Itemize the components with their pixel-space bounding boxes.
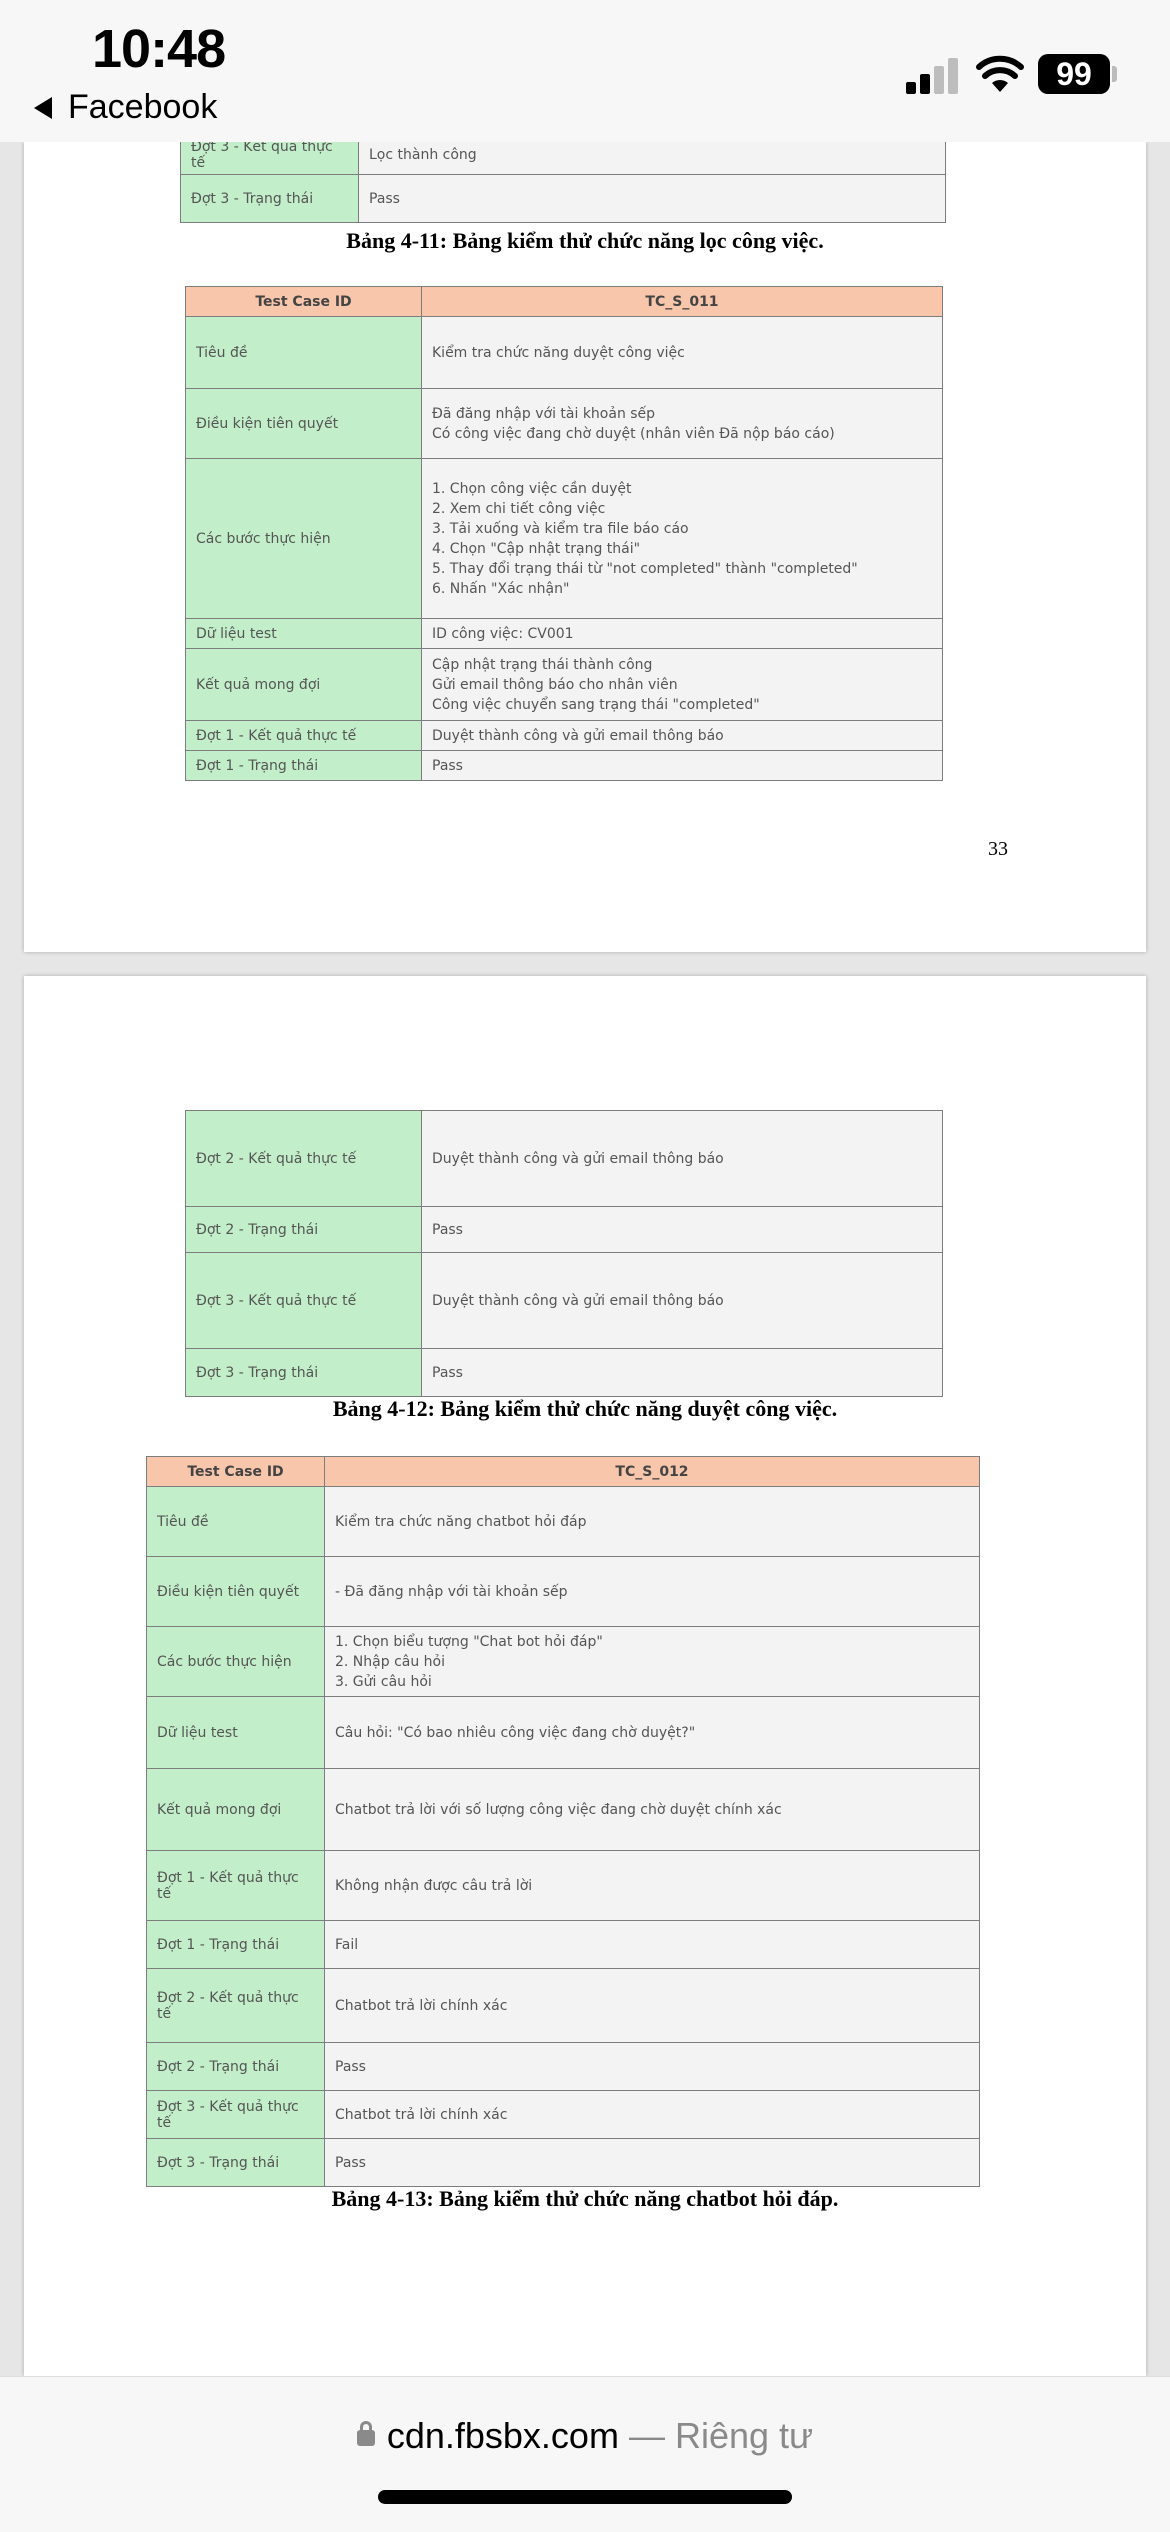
table-row: Các bước thực hiện 1. Chọn biểu tượng "Ch…	[146, 1626, 980, 1697]
row-label: Đợt 2 - Trạng thái	[146, 2042, 325, 2091]
table-row: Đợt 1 - Kết quả thực tế Duyệt thành công …	[185, 720, 943, 751]
table-row: Kết quả mong đợi Chatbot trả lời với số l…	[146, 1768, 980, 1851]
filter-test-table-tail: Đợt 3 - Kết quả thực tế Lọc thành công Đợt…	[180, 134, 946, 223]
table-caption-4-13: Bảng 4-13: Bảng kiểm thử chức năng chatb…	[331, 2186, 839, 2211]
row-label: Điều kiện tiên quyết	[146, 1556, 325, 1627]
battery-cap	[1112, 66, 1117, 82]
table-row: Các bước thực hiện 1. Chọn công việc cần …	[185, 458, 943, 619]
row-label: Kết quả mong đợi	[146, 1768, 325, 1851]
table-row: Đợt 2 - Kết quả thực tế Duyệt thành công …	[185, 1110, 943, 1207]
row-value: Duyệt thành công và gửi email thông báo	[421, 1252, 943, 1349]
row-value: Câu hỏi: "Có bao nhiêu công việc đang ch…	[324, 1696, 980, 1769]
table-row: Tiêu đề Kiểm tra chức năng duyệt công việ…	[185, 316, 943, 389]
row-value: Chatbot trả lời với số lượng công việc đ…	[324, 1768, 980, 1851]
row-value: Pass	[421, 750, 943, 781]
row-value: Đã đăng nhập với tài khoản sếp Có công v…	[421, 388, 943, 459]
row-label: Tiêu đề	[185, 316, 422, 389]
row-label: Kết quả mong đợi	[185, 648, 422, 721]
table-row: Đợt 1 - Kết quả thực tế Không nhận được c…	[146, 1850, 980, 1921]
row-value: Kiểm tra chức năng chatbot hỏi đáp	[324, 1486, 980, 1557]
address-text[interactable]: cdn.fbsbx.com — Riêng tư	[0, 2415, 1170, 2457]
table-row: Điều kiện tiên quyết - Đã đăng nhập với t…	[146, 1556, 980, 1627]
row-value: 1. Chọn biểu tượng "Chat bot hỏi đáp" 2.…	[324, 1626, 980, 1697]
table-caption-4-11: Bảng 4-11: Bảng kiểm thử chức năng lọc c…	[346, 228, 824, 253]
row-value: Chatbot trả lời chính xác	[324, 1968, 980, 2043]
table-row: Đợt 3 - Kết quả thực tế Duyệt thành công …	[185, 1252, 943, 1349]
page-number: 33	[988, 838, 1008, 860]
table-row: Đợt 2 - Trạng thái Pass	[146, 2042, 980, 2091]
row-value: Fail	[324, 1920, 980, 1969]
row-label: Đợt 1 - Kết quả thực tế	[185, 720, 422, 751]
row-label: Đợt 3 - Trạng thái	[146, 2138, 325, 2187]
row-label: Đợt 2 - Kết quả thực tế	[146, 1968, 325, 2043]
row-label: Đợt 1 - Kết quả thực tế	[146, 1850, 325, 1921]
wifi-icon	[976, 55, 1024, 92]
row-label: Dữ liệu test	[146, 1696, 325, 1769]
table-row: Tiêu đề Kiểm tra chức năng chatbot hỏi đá…	[146, 1486, 980, 1557]
table-row: Đợt 3 - Trạng thái Pass	[180, 174, 946, 223]
lock-icon	[356, 2421, 375, 2446]
row-value: - Đã đăng nhập với tài khoản sếp	[324, 1556, 980, 1627]
row-label: Các bước thực hiện	[146, 1626, 325, 1697]
approve-test-table-continued: Đợt 2 - Kết quả thực tế Duyệt thành công …	[185, 1110, 943, 1397]
table-row: Dữ liệu test Câu hỏi: "Có bao nhiêu công …	[146, 1696, 980, 1769]
row-value: Pass	[421, 1206, 943, 1253]
approve-test-table: Test Case ID TC_S_011 Tiêu đề Kiểm tra ch…	[185, 286, 943, 781]
row-value: Duyệt thành công và gửi email thông báo	[421, 1110, 943, 1207]
back-arrow-icon[interactable]	[34, 96, 52, 119]
row-value: Pass	[324, 2138, 980, 2187]
row-label: Đợt 2 - Kết quả thực tế	[185, 1110, 422, 1207]
row-label: Đợt 2 - Trạng thái	[185, 1206, 422, 1253]
table-row: Đợt 1 - Trạng thái Pass	[185, 750, 943, 781]
row-value: Pass	[358, 174, 946, 223]
document-page-34: Đợt 2 - Kết quả thực tế Duyệt thành công …	[24, 976, 1146, 2376]
chatbot-test-table: Test Case ID TC_S_012 Tiêu đề Kiểm tra ch…	[146, 1456, 980, 2187]
battery-icon: 99	[1038, 54, 1110, 94]
address-domain[interactable]: cdn.fbsbx.com	[387, 2415, 619, 2456]
table-row: Đợt 1 - Trạng thái Fail	[146, 1920, 980, 1969]
back-to-facebook-link[interactable]: Facebook	[34, 88, 217, 127]
table-row: Đợt 2 - Kết quả thực tế Chatbot trả lời c…	[146, 1968, 980, 2043]
signal-icon	[906, 56, 960, 94]
row-label: Các bước thực hiện	[185, 458, 422, 619]
row-value: Chatbot trả lời chính xác	[324, 2090, 980, 2139]
table-row: Dữ liệu test ID công việc: CV001	[185, 618, 943, 649]
row-value: Không nhận được câu trả lời	[324, 1850, 980, 1921]
row-value: Pass	[324, 2042, 980, 2091]
row-label: Đợt 3 - Kết quả thực tế	[146, 2090, 325, 2139]
table-row: Đợt 2 - Trạng thái Pass	[185, 1206, 943, 1253]
table-row: Đợt 3 - Kết quả thực tế Chatbot trả lời c…	[146, 2090, 980, 2139]
row-label: Đợt 3 - Kết quả thực tế	[185, 1252, 422, 1349]
table-row: Đợt 3 - Trạng thái Pass	[146, 2138, 980, 2187]
row-value: 1. Chọn công việc cần duyệt 2. Xem chi t…	[421, 458, 943, 619]
back-link-label[interactable]: Facebook	[68, 88, 217, 127]
table-header-id-label: Test Case ID	[146, 1456, 325, 1487]
row-value: Duyệt thành công và gửi email thông báo	[421, 720, 943, 751]
table-row: Kết quả mong đợi Cập nhật trạng thái thàn…	[185, 648, 943, 721]
row-label: Đợt 3 - Trạng thái	[180, 174, 359, 223]
status-time: 10:48	[92, 19, 226, 79]
status-bar: 10:48 Facebook 99	[0, 0, 1170, 142]
row-value: ID công việc: CV001	[421, 618, 943, 649]
table-caption-4-12: Bảng 4-12: Bảng kiểm thử chức năng duyệt…	[332, 1396, 838, 1421]
row-value: Cập nhật trạng thái thành công Gửi email…	[421, 648, 943, 721]
table-header-id-value: TC_S_012	[324, 1456, 980, 1487]
row-value: Kiểm tra chức năng duyệt công việc	[421, 316, 943, 389]
table-row: Đợt 3 - Trạng thái Pass	[185, 1348, 943, 1397]
address-privacy-label: — Riêng tư	[628, 2415, 814, 2456]
address-bar[interactable]: cdn.fbsbx.com — Riêng tư	[0, 2376, 1170, 2532]
table-row: Điều kiện tiên quyết Đã đăng nhập với tài…	[185, 388, 943, 459]
row-label: Dữ liệu test	[185, 618, 422, 649]
row-label: Đợt 3 - Trạng thái	[185, 1348, 422, 1397]
row-label: Điều kiện tiên quyết	[185, 388, 422, 459]
row-label: Đợt 1 - Trạng thái	[185, 750, 422, 781]
row-label: Đợt 1 - Trạng thái	[146, 1920, 325, 1969]
row-label: Tiêu đề	[146, 1486, 325, 1557]
home-indicator[interactable]	[378, 2490, 792, 2504]
table-header-id-value: TC_S_011	[421, 286, 943, 317]
table-header-id-label: Test Case ID	[185, 286, 422, 317]
row-value: Pass	[421, 1348, 943, 1397]
document-page-33: Đợt 3 - Kết quả thực tế Lọc thành công Đợt…	[24, 134, 1146, 952]
